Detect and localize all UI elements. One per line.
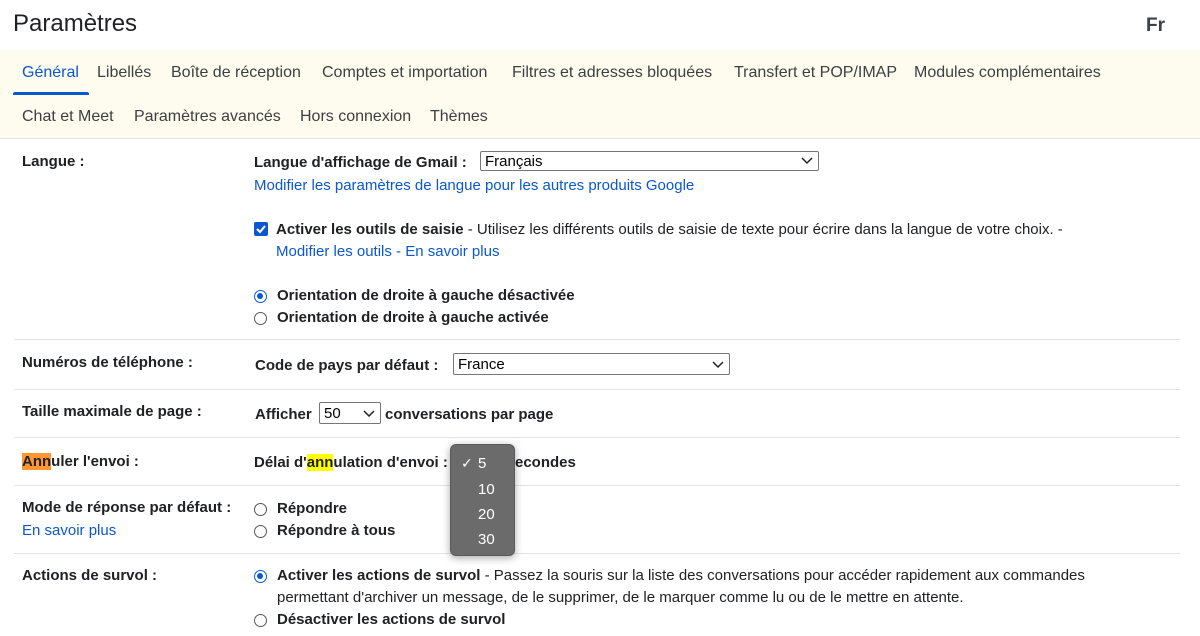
- input-tools-links: Modifier les outils - En savoir plus: [276, 243, 499, 260]
- settings-tab-bar: Général Libellés Boîte de réception Comp…: [0, 50, 1200, 138]
- checkmark-icon: [256, 225, 266, 234]
- reply-all-radio[interactable]: [254, 525, 267, 538]
- undo-send-delay-label: Délai d'annulation d'envoi :: [254, 454, 448, 471]
- undo-send-section-label: Annuler l'envoi :: [22, 453, 139, 470]
- search-highlight-current: Ann: [22, 453, 52, 470]
- display-language-select[interactable]: Français: [480, 151, 819, 171]
- display-language-value: Français: [485, 153, 543, 170]
- selected-check-icon: ✓: [461, 455, 473, 471]
- edit-tools-link[interactable]: Modifier les outils: [276, 243, 392, 260]
- input-tools-description: - Utilisez les différents outils de sais…: [463, 221, 1063, 238]
- delay-option-5[interactable]: 5: [478, 455, 486, 472]
- country-code-value: France: [458, 356, 505, 373]
- hover-disable-label: Désactiver les actions de survol: [277, 611, 506, 628]
- undo-send-delay-dropdown[interactable]: ✓ 5 10 20 30: [450, 444, 515, 556]
- tabbar-divider: [0, 138, 1200, 139]
- tab-chat-meet[interactable]: Chat et Meet: [22, 108, 114, 126]
- input-tools-label: Activer les outils de saisie: [276, 221, 464, 238]
- country-code-label: Code de pays par défaut :: [255, 357, 439, 374]
- undo-send-label-rest: uler l'envoi :: [51, 453, 139, 470]
- input-tools-learn-more-link[interactable]: En savoir plus: [405, 243, 499, 260]
- hover-enable-description: - Passez la souris sur la liste des conv…: [480, 567, 1085, 584]
- delay-option-30[interactable]: 30: [478, 531, 495, 548]
- reply-all-label: Répondre à tous: [277, 522, 396, 539]
- undo-send-seconds-label: econdes: [515, 454, 576, 471]
- page-size-show-label: Afficher: [255, 406, 312, 423]
- reply-mode-learn-more-link[interactable]: En savoir plus: [22, 522, 116, 539]
- delay-rest: ulation d'envoi :: [333, 454, 448, 471]
- hover-disable-radio[interactable]: [254, 614, 267, 627]
- hover-enable-radio[interactable]: [254, 570, 267, 583]
- chevron-down-icon: [801, 157, 813, 165]
- page-size-value: 50: [324, 405, 341, 422]
- rtl-on-radio[interactable]: [254, 312, 267, 325]
- tab-filters[interactable]: Filtres et adresses bloquées: [512, 64, 712, 82]
- tab-general[interactable]: Général: [22, 64, 79, 82]
- link-separator: -: [391, 243, 406, 260]
- page-title: Paramètres: [13, 10, 138, 37]
- tab-forwarding[interactable]: Transfert et POP/IMAP: [734, 64, 897, 82]
- tab-labels[interactable]: Libellés: [97, 64, 151, 82]
- hover-actions-section-label: Actions de survol :: [22, 567, 158, 584]
- divider: [14, 437, 1180, 438]
- search-highlight: ann: [306, 454, 334, 471]
- reply-label: Répondre: [277, 500, 348, 517]
- page-size-section-label: Taille maximale de page :: [22, 403, 202, 420]
- tab-offline[interactable]: Hors connexion: [300, 108, 411, 126]
- language-section-label: Langue :: [22, 153, 85, 170]
- delay-option-10[interactable]: 10: [478, 481, 495, 498]
- page-size-select[interactable]: 50: [319, 402, 381, 424]
- chevron-down-icon: [712, 361, 724, 369]
- chevron-down-icon: [363, 410, 375, 418]
- delay-prefix: Délai d': [254, 454, 307, 471]
- divider: [14, 389, 1180, 390]
- hover-enable-description-2: permettant d'archiver un message, de le …: [277, 589, 964, 606]
- input-tools-language-button[interactable]: Fr: [1146, 15, 1165, 37]
- input-tools-checkbox[interactable]: [254, 222, 268, 236]
- reply-mode-section-label: Mode de réponse par défaut :: [22, 499, 232, 516]
- hover-enable-row: Activer les actions de survol - Passez l…: [277, 567, 1085, 584]
- hover-enable-label: Activer les actions de survol: [277, 567, 481, 584]
- divider: [14, 553, 1180, 554]
- tab-advanced[interactable]: Paramètres avancés: [134, 108, 281, 126]
- tab-themes[interactable]: Thèmes: [430, 108, 488, 126]
- tab-inbox[interactable]: Boîte de réception: [171, 64, 301, 82]
- phone-section-label: Numéros de téléphone :: [22, 354, 193, 371]
- country-code-select[interactable]: France: [453, 353, 730, 375]
- divider: [14, 485, 1180, 486]
- input-tools-row: Activer les outils de saisie - Utilisez …: [276, 221, 1063, 238]
- delay-option-20[interactable]: 20: [478, 506, 495, 523]
- tab-accounts[interactable]: Comptes et importation: [322, 64, 487, 82]
- reply-radio[interactable]: [254, 503, 267, 516]
- divider: [14, 339, 1180, 340]
- rtl-off-label: Orientation de droite à gauche désactivé…: [277, 287, 575, 304]
- tab-addons[interactable]: Modules complémentaires: [914, 64, 1101, 82]
- display-language-label: Langue d'affichage de Gmail :: [254, 154, 467, 171]
- active-tab-indicator: [13, 92, 89, 95]
- rtl-off-radio[interactable]: [254, 290, 267, 303]
- page-size-suffix: conversations par page: [385, 406, 554, 423]
- other-products-language-link[interactable]: Modifier les paramètres de langue pour l…: [254, 177, 694, 194]
- rtl-on-label: Orientation de droite à gauche activée: [277, 309, 549, 326]
